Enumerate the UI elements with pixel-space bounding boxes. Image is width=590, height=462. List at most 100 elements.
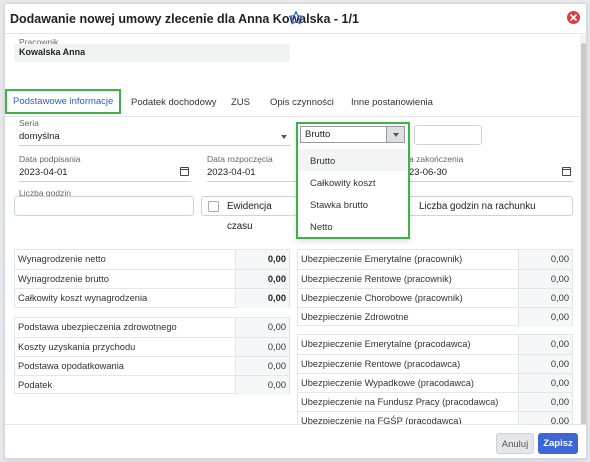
- table-row: Ubezpieczenie Rentowe (pracownik) 0,00: [298, 269, 572, 289]
- row-label: Wynagrodzenie brutto: [18, 274, 109, 284]
- date-sign-field[interactable]: 2023-04-01: [19, 164, 191, 182]
- row-label: Ubezpieczenie Wypadkowe (pracodawca): [301, 378, 475, 388]
- employee-field: Kowalska Anna: [14, 44, 290, 62]
- option-label: Brutto: [310, 156, 336, 167]
- tab-bar: Podstawowe informacje Podatek dochodowy …: [5, 89, 580, 117]
- date-start-field[interactable]: 2023-04-01: [207, 164, 297, 182]
- amount-input[interactable]: [414, 125, 482, 145]
- row-label: Całkowity koszt wynagrodzenia: [18, 293, 148, 303]
- date-sign-value: 2023-04-01: [19, 167, 68, 178]
- series-select[interactable]: domyślna: [19, 128, 291, 146]
- date-start-label: Data rozpoczęcia: [207, 154, 273, 164]
- row-label: Ubezpieczenie Rentowe (pracownik): [301, 274, 452, 284]
- cancel-button[interactable]: Anuluj: [496, 433, 534, 454]
- row-value: 0,00: [267, 322, 286, 332]
- row-label: Podatek: [18, 380, 53, 390]
- contract-dialog: Dodawanie nowej umowy zlecenie dla Anna …: [4, 3, 587, 459]
- dialog-header: Dodawanie nowej umowy zlecenie dla Anna …: [5, 4, 586, 34]
- table-row: Ubezpieczenie Emerytalne (pracodawca) 0,…: [298, 335, 572, 354]
- hours-input[interactable]: [14, 196, 194, 216]
- row-label: Ubezpieczenie Emerytalne (pracodawca): [301, 339, 471, 349]
- dropdown-option-total-cost[interactable]: Całkowity koszt: [298, 171, 408, 193]
- amount-type-dropdown[interactable]: Brutto Brutto Całkowity koszt Stawka bru…: [296, 122, 410, 239]
- row-label: Ubezpieczenie Zdrowotne: [301, 312, 409, 322]
- row-value: 0,00: [550, 254, 569, 264]
- row-label: Ubezpieczenie Emerytalne (pracownik): [301, 254, 463, 264]
- row-value: 0,00: [267, 361, 286, 371]
- table-row: Podatek 0,00: [15, 375, 289, 395]
- option-label: Netto: [310, 222, 333, 233]
- invoice-hours-box: Liczba godzin na rachunku: [408, 196, 573, 216]
- row-value: 0,00: [267, 380, 286, 390]
- row-value: 0,00: [550, 397, 569, 407]
- dialog-title: Dodawanie nowej umowy zlecenie dla Anna …: [10, 12, 359, 26]
- employee-insurance-table: Ubezpieczenie Emerytalne (pracownik) 0,0…: [297, 249, 573, 327]
- table-row: Koszty uzyskania przychodu 0,00: [15, 337, 289, 357]
- table-row: Ubezpieczenie na Fundusz Pracy (pracodaw…: [298, 392, 572, 412]
- row-label: Podstawa opodatkowania: [18, 361, 124, 371]
- date-end-value: 23-06-30: [409, 167, 448, 178]
- table-row: Całkowity koszt wynagrodzenia 0,00: [15, 288, 289, 308]
- row-label: Wynagrodzenie netto: [18, 254, 106, 264]
- chevron-down-icon: [393, 133, 399, 137]
- amount-type-selected[interactable]: Brutto: [300, 126, 387, 143]
- date-sign-label: Data podpisania: [19, 154, 81, 164]
- series-label: Seria: [19, 118, 39, 128]
- row-value: 0,00: [267, 342, 286, 352]
- tax-summary-table: Podstawa ubezpieczenia zdrowotnego 0,00 …: [14, 317, 290, 395]
- row-value: 0,00: [550, 339, 569, 349]
- tab-activities[interactable]: Opis czynności: [270, 97, 334, 108]
- time-record-label: Ewidencja czasu: [227, 201, 272, 232]
- dialog-footer: Anuluj Zapisz: [5, 424, 586, 458]
- row-value: 0,00: [550, 293, 569, 303]
- calendar-icon[interactable]: [562, 167, 571, 176]
- table-row: Wynagrodzenie netto 0,00: [15, 250, 289, 269]
- option-label: Stawka brutto: [310, 200, 369, 211]
- date-start-value: 2023-04-01: [207, 167, 256, 178]
- table-row: Ubezpieczenie Wypadkowe (pracodawca) 0,0…: [298, 373, 572, 393]
- scrollbar-thumb[interactable]: [581, 43, 586, 431]
- time-record-checkbox[interactable]: [208, 201, 219, 212]
- table-row: Podstawa opodatkowania 0,00: [15, 356, 289, 376]
- tab-basic-info[interactable]: Podstawowe informacje: [5, 89, 122, 114]
- table-row: Ubezpieczenie Rentowe (pracodawca) 0,00: [298, 354, 572, 374]
- row-label: Ubezpieczenie Rentowe (pracodawca): [301, 359, 461, 369]
- table-row: Ubezpieczenie Chorobowe (pracownik) 0,00: [298, 288, 572, 308]
- row-value: 0,00: [267, 274, 286, 284]
- row-value: 0,00: [550, 312, 569, 322]
- table-row: Wynagrodzenie brutto 0,00: [15, 269, 289, 289]
- invoice-hours-label: Liczba godzin na rachunku: [419, 201, 536, 212]
- row-label: Ubezpieczenie na Fundusz Pracy (pracodaw…: [301, 397, 499, 407]
- time-record-box: Ewidencja czasu: [201, 196, 297, 232]
- employer-insurance-table: Ubezpieczenie Emerytalne (pracodawca) 0,…: [297, 334, 573, 431]
- close-icon[interactable]: [567, 11, 580, 24]
- dropdown-option-brutto[interactable]: Brutto: [298, 149, 408, 171]
- row-label: Ubezpieczenie Chorobowe (pracownik): [301, 293, 463, 303]
- row-value: 0,00: [550, 274, 569, 284]
- scrollbar[interactable]: [580, 35, 586, 431]
- row-value: 0,00: [267, 293, 286, 303]
- row-label: Podstawa ubezpieczenia zdrowotnego: [18, 322, 177, 332]
- tab-other-provisions[interactable]: Inne postanowienia: [351, 97, 433, 108]
- dropdown-option-gross-rate[interactable]: Stawka brutto: [298, 193, 408, 215]
- chevron-down-icon: [281, 135, 287, 139]
- table-row: Podstawa ubezpieczenia zdrowotnego 0,00: [15, 318, 289, 337]
- date-end-label: a zakończenia: [409, 154, 464, 164]
- amount-type-toggle[interactable]: [387, 126, 405, 143]
- table-row: Ubezpieczenie Emerytalne (pracownik) 0,0…: [298, 250, 572, 269]
- option-label: Całkowity koszt: [310, 178, 376, 189]
- star-icon[interactable]: [288, 10, 304, 26]
- row-label: Koszty uzyskania przychodu: [18, 342, 136, 352]
- tab-zus[interactable]: ZUS: [231, 97, 250, 108]
- row-value: 0,00: [550, 378, 569, 388]
- date-end-field[interactable]: 23-06-30: [409, 164, 573, 182]
- table-row: Ubezpieczenie Zdrowotne 0,00: [298, 307, 572, 327]
- dropdown-option-netto[interactable]: Netto: [298, 215, 408, 237]
- salary-summary-table: Wynagrodzenie netto 0,00 Wynagrodzenie b…: [14, 249, 290, 308]
- tab-income-tax[interactable]: Podatek dochodowy: [131, 97, 217, 108]
- series-value: domyślna: [19, 131, 60, 142]
- save-button[interactable]: Zapisz: [538, 433, 578, 454]
- row-value: 0,00: [267, 254, 286, 264]
- calendar-icon[interactable]: [180, 167, 189, 176]
- row-value: 0,00: [550, 359, 569, 369]
